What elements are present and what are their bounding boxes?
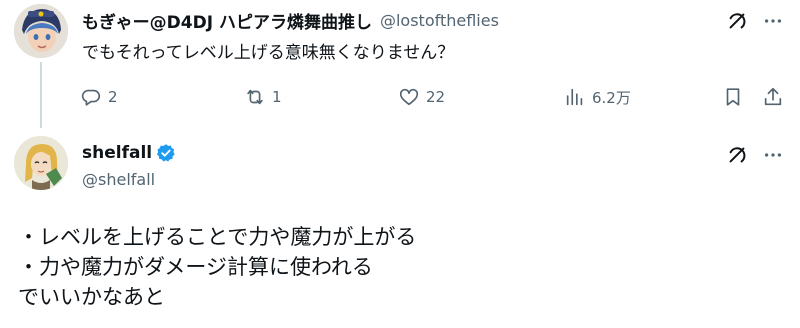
tweet-line: でいいかなあと	[18, 285, 165, 309]
like-button[interactable]: 22	[398, 84, 445, 110]
retweet-count: 1	[272, 88, 282, 106]
reply-display-name[interactable]: もぎゃー@D4DJ ハピアラ燐舞曲推し	[82, 8, 372, 33]
reply-button[interactable]: 2	[80, 84, 118, 110]
share-icon	[764, 87, 782, 106]
avatar[interactable]	[14, 136, 68, 190]
share-button[interactable]	[762, 84, 790, 110]
like-count: 22	[426, 88, 446, 106]
reply-icon	[81, 89, 100, 106]
main-author[interactable]: shelfall	[82, 143, 176, 163]
retweet-icon	[247, 89, 263, 105]
like-icon	[399, 88, 419, 106]
more-icon[interactable]	[760, 142, 786, 168]
bookmark-button[interactable]	[722, 84, 750, 110]
reply-text: でもそれってレベル上げる意味無くなりません？	[82, 43, 455, 63]
avatar[interactable]	[14, 4, 68, 58]
thread-connector	[40, 62, 42, 128]
reply-count: 2	[108, 88, 118, 106]
more-icon[interactable]	[760, 8, 786, 34]
view-count: 6.2万	[592, 88, 631, 107]
views-icon	[566, 88, 583, 106]
reply-author[interactable]: もぎゃー@D4DJ ハピアラ燐舞曲推し @lostoftheflies	[82, 8, 499, 33]
tweet-line: ・レベルを上げることで力や魔力が上がる	[18, 225, 417, 249]
tweet-line: ・力や魔力がダメージ計算に使われる	[18, 255, 373, 279]
retweet-button[interactable]: 1	[244, 84, 282, 110]
views-button[interactable]: 6.2万	[564, 84, 631, 110]
grok-icon[interactable]	[724, 142, 750, 168]
reply-action-bar: 2 1 22 6.2万	[78, 84, 798, 110]
main-display-name[interactable]: shelfall	[82, 143, 152, 163]
bookmark-icon	[726, 88, 740, 106]
grok-icon[interactable]	[724, 8, 750, 34]
main-tweet-text: ・レベルを上げることで力や魔力が上がる ・力や魔力がダメージ計算に使われる でい…	[18, 222, 416, 312]
main-handle[interactable]: @shelfall	[82, 170, 155, 189]
reply-handle[interactable]: @lostoftheflies	[380, 11, 499, 30]
verified-badge-icon[interactable]	[156, 143, 176, 163]
